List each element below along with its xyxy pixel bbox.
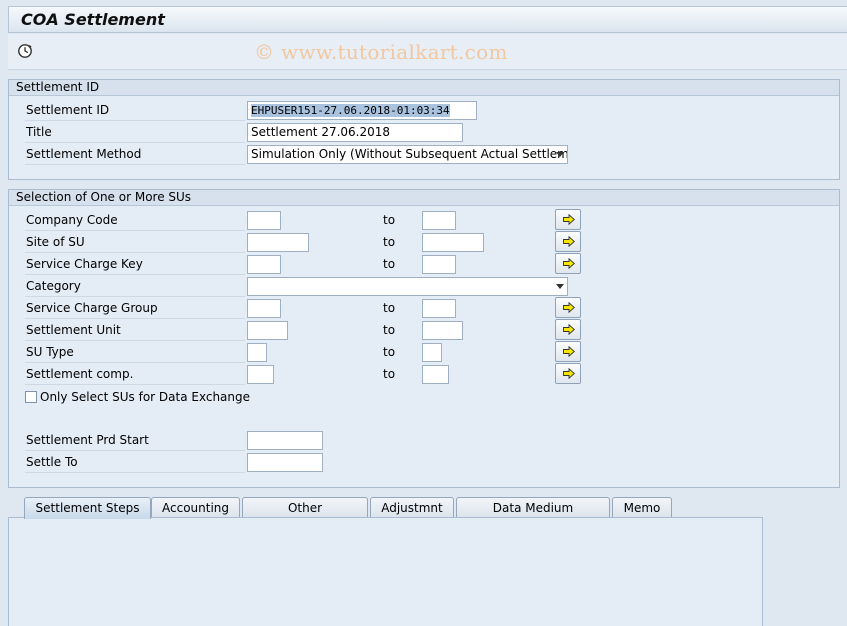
selection-group: Selection of One or More SUs Company Cod… <box>8 189 840 488</box>
tab-data-medium-exchange[interactable]: Data Medium Exchange <box>456 497 610 535</box>
settlement-comp-multiple-selection-button[interactable] <box>555 363 581 384</box>
chevron-down-icon[interactable] <box>556 284 564 289</box>
settlement-method-value: Simulation Only (Without Subsequent Actu… <box>251 147 568 161</box>
group-heading: Selection of One or More SUs <box>9 190 839 206</box>
tab-other-parameters[interactable]: Other Parameters <box>242 497 368 535</box>
service-charge-key-multiple-selection-button[interactable] <box>555 253 581 274</box>
su-type-from-input[interactable] <box>247 343 267 362</box>
site-of-su-to-input[interactable] <box>422 233 484 252</box>
arrow-right-icon <box>563 214 575 225</box>
site-of-su-from-input[interactable] <box>247 233 309 252</box>
group-heading: Settlement ID <box>9 80 839 96</box>
service-charge-key-to-input[interactable] <box>422 255 456 274</box>
company-code-to-input[interactable] <box>422 211 456 230</box>
settlement-unit-multiple-selection-button[interactable] <box>555 319 581 340</box>
su-type-to-input[interactable] <box>422 343 442 362</box>
application-toolbar: © www.tutorialkart.com <box>8 34 847 70</box>
data-exchange-checkbox[interactable] <box>25 391 37 403</box>
tab-settlement-steps[interactable]: Settlement Steps <box>24 497 151 519</box>
title-bar: COA Settlement <box>8 6 847 33</box>
category-dropdown[interactable] <box>247 277 568 296</box>
title-field[interactable]: Settlement 27.06.2018 <box>247 123 463 142</box>
settlement-method-label: Settlement Method <box>25 144 245 165</box>
arrow-right-icon <box>563 236 575 247</box>
su-type-label: SU Type <box>25 342 245 363</box>
page-title: COA Settlement <box>21 10 165 29</box>
arrow-right-icon <box>563 346 575 357</box>
arrow-right-icon <box>563 368 575 379</box>
title-label: Title <box>25 122 245 143</box>
site-of-su-multiple-selection-button[interactable] <box>555 231 581 252</box>
settlement-comp-to-input[interactable] <box>422 365 449 384</box>
company-code-multiple-selection-button[interactable] <box>555 209 581 230</box>
service-charge-key-from-input[interactable] <box>247 255 281 274</box>
to-label: to <box>383 323 396 337</box>
service-charge-group-multiple-selection-button[interactable] <box>555 297 581 318</box>
company-code-from-input[interactable] <box>247 211 281 230</box>
settlement-prd-start-label: Settlement Prd Start <box>25 430 245 451</box>
settlement-unit-to-input[interactable] <box>422 321 463 340</box>
settlement-id-label: Settlement ID <box>25 100 245 121</box>
settle-to-label: Settle To <box>25 452 245 473</box>
company-code-label: Company Code <box>25 210 245 231</box>
arrow-right-icon <box>563 302 575 313</box>
settlement-id-field[interactable]: EHPUSER151-27.06.2018-01:03:34 <box>247 101 477 120</box>
chevron-down-icon[interactable] <box>556 152 564 157</box>
to-label: to <box>383 213 396 227</box>
service-charge-group-label: Service Charge Group <box>25 298 245 319</box>
clock-execute-icon[interactable] <box>17 43 33 59</box>
settle-to-input[interactable] <box>247 453 323 472</box>
tab-adjustmnt[interactable]: Adjustmnt <box>370 497 454 518</box>
service-charge-group-to-input[interactable] <box>422 299 456 318</box>
tab-memo[interactable]: Memo <box>612 497 672 518</box>
tab-accounting[interactable]: Accounting <box>151 497 240 518</box>
arrow-right-icon <box>563 258 575 269</box>
settlement-prd-start-input[interactable] <box>247 431 323 450</box>
settlement-id-value: EHPUSER151-27.06.2018-01:03:34 <box>251 104 450 117</box>
tab-panel <box>8 517 763 626</box>
settlement-id-group: Settlement ID Settlement ID EHPUSER151-2… <box>8 79 840 180</box>
su-type-multiple-selection-button[interactable] <box>555 341 581 362</box>
data-exchange-checkbox-label: Only Select SUs for Data Exchange <box>40 390 251 404</box>
to-label: to <box>383 345 396 359</box>
settlement-unit-label: Settlement Unit <box>25 320 245 341</box>
to-label: to <box>383 367 396 381</box>
watermark-text: © www.tutorialkart.com <box>254 40 508 64</box>
to-label: to <box>383 301 396 315</box>
site-of-su-label: Site of SU <box>25 232 245 253</box>
to-label: to <box>383 257 396 271</box>
settlement-unit-from-input[interactable] <box>247 321 288 340</box>
arrow-right-icon <box>563 324 575 335</box>
settlement-method-dropdown[interactable]: Simulation Only (Without Subsequent Actu… <box>247 145 568 164</box>
to-label: to <box>383 235 396 249</box>
category-label: Category <box>25 276 245 297</box>
service-charge-group-from-input[interactable] <box>247 299 281 318</box>
settlement-comp-from-input[interactable] <box>247 365 274 384</box>
service-charge-key-label: Service Charge Key <box>25 254 245 275</box>
settlement-comp-label: Settlement comp. <box>25 364 245 385</box>
